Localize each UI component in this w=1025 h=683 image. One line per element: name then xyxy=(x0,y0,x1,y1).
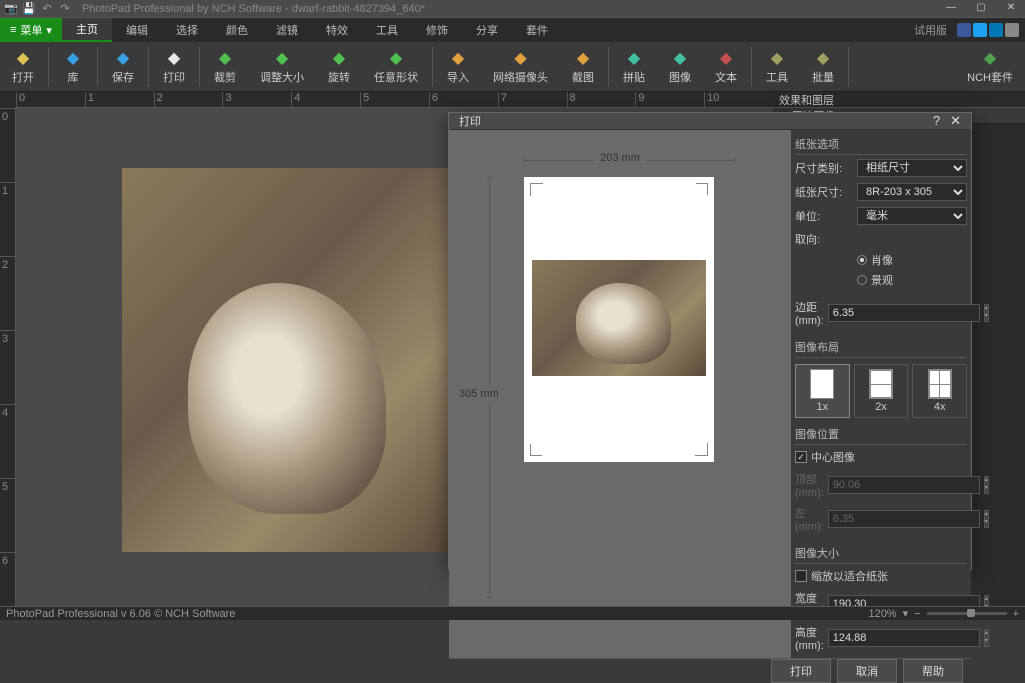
orientation-landscape-radio[interactable]: 景观 xyxy=(795,271,967,289)
menu-tab-6[interactable]: 工具 xyxy=(362,18,412,42)
preview-height-label: 305 mm xyxy=(459,385,499,403)
tool-工具[interactable]: ◆工具 xyxy=(754,45,800,89)
close-button[interactable]: ✕ xyxy=(1001,2,1021,16)
tool-NCH套件[interactable]: ◆NCH套件 xyxy=(955,45,1025,89)
linkedin-icon[interactable] xyxy=(989,23,1003,37)
trial-label: 试用版 xyxy=(904,18,957,42)
document-image[interactable] xyxy=(122,168,452,552)
quick-access-toolbar: 📷 💾 ↶ ↷ xyxy=(4,2,72,16)
app-icon: 📷 xyxy=(4,2,18,16)
menu-tab-2[interactable]: 选择 xyxy=(162,18,212,42)
title-bar: 📷 💾 ↶ ↷ PhotoPad Professional by NCH Sof… xyxy=(0,0,1025,18)
tool-批量[interactable]: ◆批量 xyxy=(800,45,846,89)
ribbon-toolbar: ◆打开◆库◆保存◆打印◆裁剪◆调整大小◆旋转◆任意形状◆导入◆网络摄像头◆截图◆… xyxy=(0,42,1025,92)
height-spinner[interactable]: ▴▾ xyxy=(984,629,989,647)
height-input[interactable] xyxy=(828,629,980,647)
ruler-horizontal: 012345678910 xyxy=(16,92,773,108)
effects-panel-header: 效果和图层 xyxy=(773,92,1025,108)
zoom-out-button[interactable]: − xyxy=(914,608,920,620)
minimize-button[interactable]: — xyxy=(941,2,961,16)
tool-打印[interactable]: ◆打印 xyxy=(151,45,197,89)
menu-tab-7[interactable]: 修饰 xyxy=(412,18,462,42)
version-label: PhotoPad Professional v 6.06 © NCH Softw… xyxy=(6,608,235,620)
cancel-button[interactable]: 取消 xyxy=(837,659,897,683)
menu-tab-5[interactable]: 特效 xyxy=(312,18,362,42)
ruler-vertical: 0123456 xyxy=(0,108,16,606)
zoom-dropdown-icon[interactable]: ▾ xyxy=(903,607,909,620)
center-image-checkbox[interactable]: 中心图像 xyxy=(795,447,967,467)
facebook-icon[interactable] xyxy=(957,23,971,37)
maximize-button[interactable]: ▢ xyxy=(971,2,991,16)
redo-icon[interactable]: ↷ xyxy=(58,2,72,16)
menu-tab-3[interactable]: 颜色 xyxy=(212,18,262,42)
layout-option-4x[interactable]: 4x xyxy=(912,364,967,418)
help-button[interactable]: 帮助 xyxy=(903,659,963,683)
tool-旋转[interactable]: ◆旋转 xyxy=(316,45,362,89)
tool-文本[interactable]: ◆文本 xyxy=(703,45,749,89)
status-bar: PhotoPad Professional v 6.06 © NCH Softw… xyxy=(0,606,1025,620)
margin-spinner[interactable]: ▴▾ xyxy=(984,304,989,322)
layout-option-2x[interactable]: 2x xyxy=(854,364,909,418)
print-settings-pane: 纸张选项 尺寸类别:相纸尺寸 纸张尺寸:8R-203 x 305 单位:毫米 取… xyxy=(791,130,971,658)
social-icons xyxy=(957,18,1025,42)
menu-bar: ≡ 菜单 ▾ 主页编辑选择颜色滤镜特效工具修饰分享套件 试用版 xyxy=(0,18,1025,42)
left-input xyxy=(828,510,980,528)
zoom-in-button[interactable]: + xyxy=(1013,608,1019,620)
layout-header: 图像布局 xyxy=(795,337,967,358)
tool-调整大小[interactable]: ◆调整大小 xyxy=(248,45,316,89)
file-menu-button[interactable]: ≡ 菜单 ▾ xyxy=(0,18,62,42)
paper-options-header: 纸张选项 xyxy=(795,134,967,155)
position-header: 图像位置 xyxy=(795,424,967,445)
units-select[interactable]: 毫米 xyxy=(857,207,967,225)
print-preview-pane: 203 mm 305 mm xyxy=(449,130,791,658)
dialog-help-button[interactable]: ? xyxy=(933,113,940,129)
menu-tab-4[interactable]: 滤镜 xyxy=(262,18,312,42)
left-spinner: ▴▾ xyxy=(984,510,989,528)
menu-tab-8[interactable]: 分享 xyxy=(462,18,512,42)
tool-库[interactable]: ◆库 xyxy=(51,45,95,89)
print-button[interactable]: 打印 xyxy=(771,659,831,683)
top-spinner: ▴▾ xyxy=(984,476,989,494)
tool-打开[interactable]: ◆打开 xyxy=(0,45,46,89)
print-dialog: 打印 ? ✕ 203 mm 305 mm 纸张选项 尺寸类别:相纸尺寸 纸张尺寸… xyxy=(448,112,972,570)
dialog-footer: 打印 取消 帮助 xyxy=(449,658,971,683)
undo-icon[interactable]: ↶ xyxy=(40,2,54,16)
tool-导入[interactable]: ◆导入 xyxy=(435,45,481,89)
paper-preview xyxy=(524,177,714,462)
layout-option-1x[interactable]: 1x xyxy=(795,364,850,418)
preview-image xyxy=(532,260,706,376)
size-type-select[interactable]: 相纸尺寸 xyxy=(857,159,967,177)
zoom-slider[interactable] xyxy=(927,612,1007,615)
twitter-icon[interactable] xyxy=(973,23,987,37)
menu-tab-0[interactable]: 主页 xyxy=(62,18,112,42)
tool-拼贴[interactable]: ◆拼贴 xyxy=(611,45,657,89)
top-input xyxy=(828,476,980,494)
share-icon[interactable] xyxy=(1005,23,1019,37)
dialog-close-button[interactable]: ✕ xyxy=(950,113,961,129)
menu-tab-9[interactable]: 套件 xyxy=(512,18,562,42)
tool-裁剪[interactable]: ◆裁剪 xyxy=(202,45,248,89)
paper-size-select[interactable]: 8R-203 x 305 xyxy=(857,183,967,201)
scale-fit-checkbox[interactable]: 缩放以适合纸张 xyxy=(795,566,967,586)
tool-任意形状[interactable]: ◆任意形状 xyxy=(362,45,430,89)
dialog-titlebar: 打印 ? ✕ xyxy=(449,113,971,130)
tool-网络摄像头[interactable]: ◆网络摄像头 xyxy=(481,45,560,89)
size-header: 图像大小 xyxy=(795,543,967,564)
tool-图像[interactable]: ◆图像 xyxy=(657,45,703,89)
preview-width-label: 203 mm xyxy=(594,152,646,164)
menu-tab-1[interactable]: 编辑 xyxy=(112,18,162,42)
zoom-label: 120% xyxy=(868,608,896,620)
save-icon[interactable]: 💾 xyxy=(22,2,36,16)
tool-截图[interactable]: ◆截图 xyxy=(560,45,606,89)
orientation-portrait-radio[interactable]: 肖像 xyxy=(795,251,967,269)
dialog-title-text: 打印 xyxy=(459,113,481,129)
tool-保存[interactable]: ◆保存 xyxy=(100,45,146,89)
window-title: PhotoPad Professional by NCH Software - … xyxy=(82,3,425,15)
margin-input[interactable] xyxy=(828,304,980,322)
